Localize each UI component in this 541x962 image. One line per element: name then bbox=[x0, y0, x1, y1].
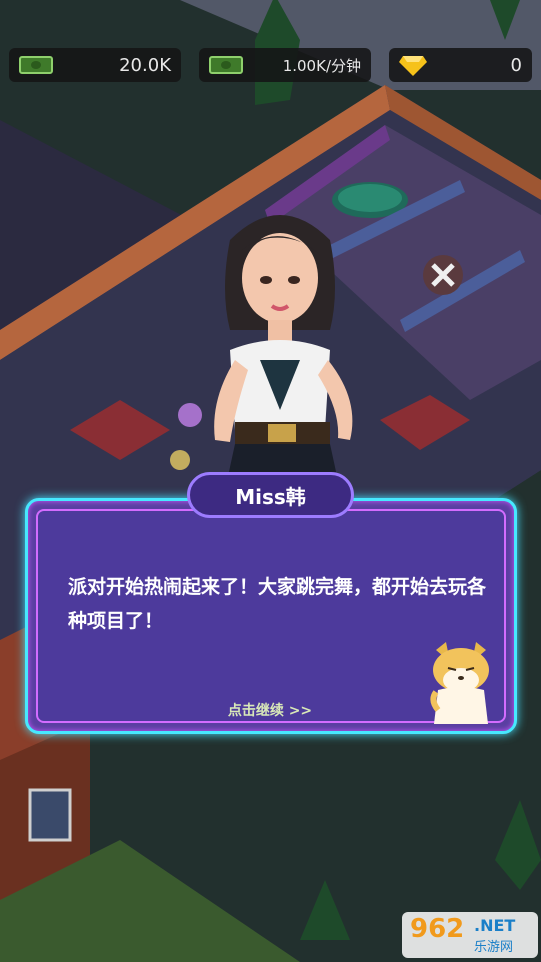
speaker-name: Miss韩 bbox=[187, 472, 354, 518]
site-watermark: 962 .NET 乐游网 bbox=[402, 912, 538, 958]
cash-icon bbox=[209, 56, 243, 74]
cash-value: 20.0K bbox=[119, 54, 171, 76]
income-value: 1.00K/分钟 bbox=[282, 56, 361, 75]
diamond-icon bbox=[399, 56, 427, 76]
gem-value: 0 bbox=[510, 54, 522, 76]
continue-button[interactable]: 点击继续 >> bbox=[200, 700, 340, 720]
cash-counter: 20.0K bbox=[9, 48, 181, 82]
cash-icon bbox=[19, 56, 53, 74]
watermark-number: 962 bbox=[410, 914, 465, 944]
dialog-text: 派对开始热闹起来了！大家跳完舞，都开始去玩各种项目了！ bbox=[68, 576, 487, 632]
watermark-site: 乐游网 bbox=[474, 940, 514, 955]
income-rate: 1.00K/分钟 bbox=[199, 48, 371, 82]
shiba-dog-mascot bbox=[430, 642, 489, 724]
miss-han-character bbox=[214, 215, 353, 490]
gem-counter: 0 bbox=[389, 48, 532, 82]
watermark-net: .NET bbox=[474, 916, 516, 935]
